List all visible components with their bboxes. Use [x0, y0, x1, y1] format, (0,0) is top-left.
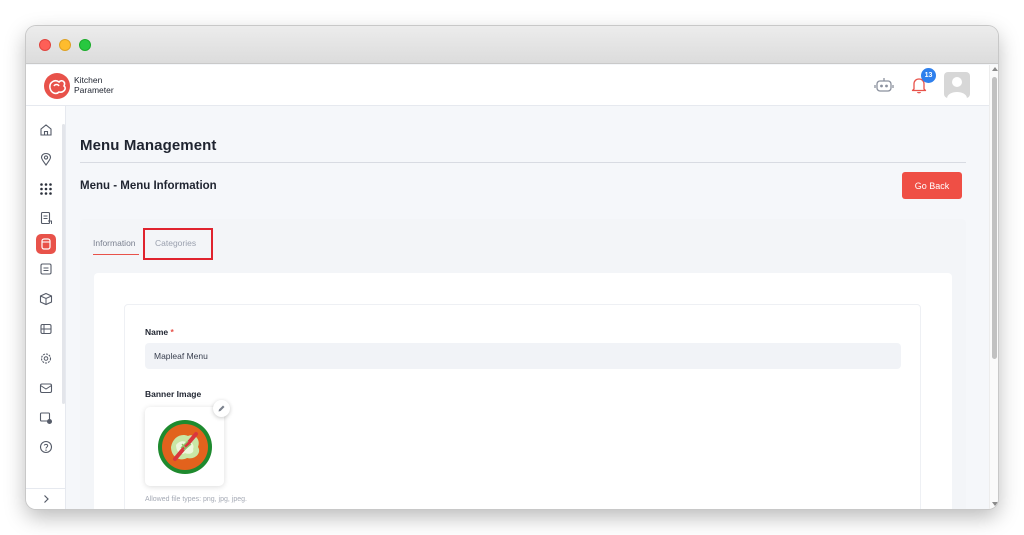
scroll-up-arrow-icon[interactable]	[992, 67, 998, 71]
brand-line-1: Kitchen	[74, 75, 103, 85]
document-icon[interactable]	[36, 208, 56, 228]
file-types-hint: Allowed file types: png, jpg, jpeg.	[145, 496, 247, 503]
robot-icon[interactable]	[874, 76, 894, 94]
gear-icon[interactable]	[36, 348, 56, 368]
calendar-list-icon[interactable]	[36, 259, 56, 279]
brand-name: Kitchen Parameter	[74, 75, 114, 95]
title-bar	[26, 26, 998, 64]
receipt-icon[interactable]	[36, 319, 56, 339]
active-tab-indicator	[93, 254, 139, 255]
edit-image-button[interactable]	[213, 400, 230, 417]
minimize-window-button[interactable]	[59, 39, 71, 51]
settings-panel-icon[interactable]	[36, 408, 56, 428]
sidebar-scrollbar[interactable]	[62, 124, 65, 404]
notification-count-badge: 13	[921, 68, 936, 83]
page-title: Menu Management	[80, 137, 217, 154]
mail-icon[interactable]	[36, 378, 56, 398]
maximize-window-button[interactable]	[79, 39, 91, 51]
location-pin-icon[interactable]	[36, 149, 56, 169]
tab-information[interactable]: Information	[93, 238, 136, 248]
pencil-icon	[218, 405, 225, 412]
categories-tab-highlight	[143, 228, 213, 260]
chevron-right-icon	[44, 495, 49, 503]
banner-image	[157, 419, 212, 474]
brand-line-2: Parameter	[74, 85, 114, 95]
brand-logo[interactable]	[44, 73, 70, 99]
user-avatar[interactable]	[944, 72, 970, 98]
grid-dots-icon[interactable]	[36, 179, 56, 199]
home-icon[interactable]	[36, 120, 56, 140]
sidebar	[26, 106, 66, 509]
banner-image-preview[interactable]	[145, 407, 224, 486]
main-content: Menu Management Menu - Menu Information …	[66, 106, 989, 509]
form-inner-card: Name * Banner Image	[124, 304, 921, 509]
name-label-text: Name	[145, 327, 169, 337]
form-card: Name * Banner Image	[94, 273, 952, 509]
required-mark: *	[170, 327, 174, 337]
title-divider	[80, 162, 966, 163]
banner-image-label: Banner Image	[145, 389, 202, 399]
tabs-panel: Information Categories Name * Banner Ima…	[80, 219, 966, 509]
box-icon[interactable]	[36, 289, 56, 309]
scroll-down-arrow-icon[interactable]	[992, 502, 998, 506]
name-input[interactable]	[145, 343, 901, 369]
top-navbar: Kitchen Parameter 13	[26, 65, 989, 106]
close-window-button[interactable]	[39, 39, 51, 51]
page-scrollbar[interactable]	[989, 65, 998, 509]
browser-window: Kitchen Parameter 13 Menu Management Men…	[26, 26, 998, 509]
sidebar-expand-button[interactable]	[26, 488, 66, 509]
menu-book-icon[interactable]	[36, 234, 56, 254]
scroll-thumb[interactable]	[992, 77, 997, 359]
help-icon[interactable]	[36, 437, 56, 457]
go-back-button[interactable]: Go Back	[902, 172, 962, 199]
section-title: Menu - Menu Information	[80, 180, 217, 192]
name-label: Name *	[145, 327, 174, 337]
